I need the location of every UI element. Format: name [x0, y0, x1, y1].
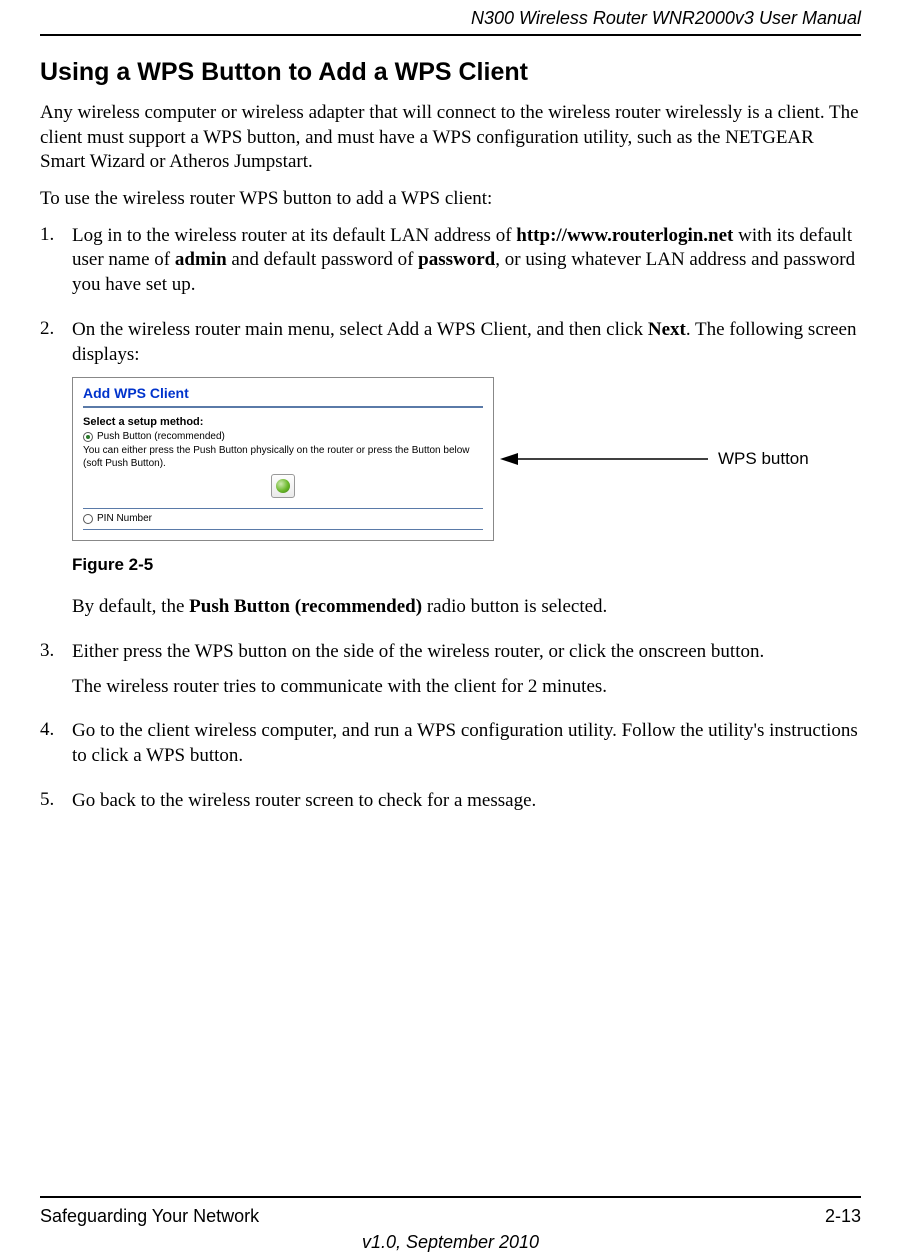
footer-left: Safeguarding Your Network [40, 1206, 259, 1227]
page: N300 Wireless Router WNR2000v3 User Manu… [0, 0, 901, 1247]
radio-icon [83, 432, 93, 442]
radio-label: Push Button (recommended) [97, 431, 225, 442]
footer-rule [40, 1196, 861, 1198]
step-4-body: Go to the client wireless computer, and … [72, 719, 861, 778]
step-number: 3. [40, 640, 72, 709]
step-1: 1. Log in to the wireless router at its … [40, 224, 861, 308]
intro-paragraph-1: Any wireless computer or wireless adapte… [40, 101, 861, 175]
step-5: 5. Go back to the wireless router screen… [40, 789, 861, 824]
header-rule [40, 34, 861, 36]
screenshot-inner: Add WPS Client Select a setup method: Pu… [73, 378, 493, 540]
wps-soft-button-row [83, 470, 483, 503]
step-number: 1. [40, 224, 72, 308]
intro-paragraph-2: To use the wireless router WPS button to… [40, 187, 861, 212]
radio-label: PIN Number [97, 513, 152, 524]
wps-soft-button[interactable] [271, 474, 295, 498]
step-4-text: Go to the client wireless computer, and … [72, 719, 861, 768]
footer-center: v1.0, September 2010 [40, 1232, 861, 1253]
step-3-body: Either press the WPS button on the side … [72, 640, 861, 709]
arrow-icon [500, 449, 710, 469]
screenshot-rule-thin [83, 529, 483, 530]
header-doc-title: N300 Wireless Router WNR2000v3 User Manu… [471, 8, 861, 28]
step-number: 2. [40, 318, 72, 630]
step-3-text-2: The wireless router tries to communicate… [72, 675, 861, 700]
page-header: N300 Wireless Router WNR2000v3 User Manu… [40, 0, 861, 34]
step-3: 3. Either press the WPS button on the si… [40, 640, 861, 709]
step-number: 5. [40, 789, 72, 824]
section-title: Using a WPS Button to Add a WPS Client [40, 58, 861, 87]
step-1-body: Log in to the wireless router at its def… [72, 224, 861, 308]
step-2-body: On the wireless router main menu, select… [72, 318, 861, 630]
radio-pin-number[interactable]: PIN Number [83, 513, 483, 524]
step-list: 1. Log in to the wireless router at its … [40, 224, 861, 824]
wps-icon [276, 479, 290, 493]
step-number: 4. [40, 719, 72, 778]
radio-push-button[interactable]: Push Button (recommended) [83, 431, 483, 442]
step-5-body: Go back to the wireless router screen to… [72, 789, 861, 824]
page-footer: Safeguarding Your Network 2-13 v1.0, Sep… [40, 1196, 861, 1227]
footer-right: 2-13 [825, 1206, 861, 1227]
screenshot-note: You can either press the Push Button phy… [83, 444, 483, 470]
step-1-text: Log in to the wireless router at its def… [72, 224, 861, 298]
step-3-text-1: Either press the WPS button on the side … [72, 640, 861, 665]
step-2: 2. On the wireless router main menu, sel… [40, 318, 861, 630]
figure-caption: Figure 2-5 [72, 555, 861, 575]
figure-callout: WPS button [500, 449, 809, 469]
step-4: 4. Go to the client wireless computer, a… [40, 719, 861, 778]
screenshot-rule-thin [83, 508, 483, 509]
radio-icon [83, 514, 93, 524]
screenshot-title: Add WPS Client [83, 385, 483, 403]
screenshot-rule [83, 406, 483, 408]
footer-row: Safeguarding Your Network 2-13 [40, 1206, 861, 1227]
screenshot-heading: Select a setup method: [83, 416, 483, 428]
step-5-text: Go back to the wireless router screen to… [72, 789, 861, 814]
figure-screenshot: Add WPS Client Select a setup method: Pu… [72, 377, 494, 541]
figure-wrap: Add WPS Client Select a setup method: Pu… [72, 377, 861, 541]
callout-label: WPS button [718, 449, 809, 469]
step-2-after-figure: By default, the Push Button (recommended… [72, 595, 861, 620]
step-2-text: On the wireless router main menu, select… [72, 318, 861, 367]
